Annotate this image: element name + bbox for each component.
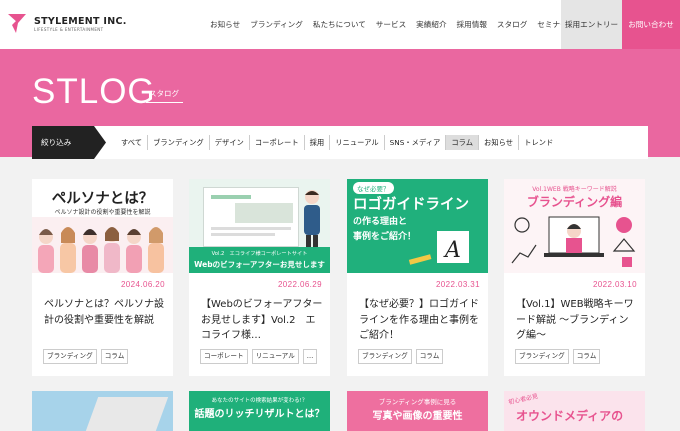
thumbnail-subheading-1: の作る理由と — [353, 217, 408, 227]
thumbnail-subheading: ペルソナ設計の役割や重要性を解説 — [54, 209, 151, 216]
thumbnail-heading: 写真や画像の重要性 — [372, 411, 463, 422]
thumbnail-caption-2: Webのビフォーアフターお見せします — [194, 260, 325, 269]
thumbnail-caption: ブランディング事例に見る — [378, 398, 457, 406]
logo[interactable]: STYLEMENT INC. LIFESTYLE & ENTERTAINMENT — [8, 14, 128, 36]
pencil-icon — [408, 254, 432, 265]
thumbnail-topline: Vol.1WEB 戦略キーワード解説 — [532, 186, 617, 193]
nav-item-about[interactable]: 私たちについて — [313, 19, 366, 30]
logo-subtext: LIFESTYLE & ENTERTAINMENT — [34, 27, 104, 32]
page-subtitle: スタログ — [146, 86, 183, 103]
article-date: 2022.03.10 — [592, 280, 637, 289]
article-thumbnail: なぜ必要？ ロゴガイドライン の作る理由と 事例をご紹介！ A — [347, 179, 488, 273]
tag[interactable]: ブランディング — [358, 349, 412, 364]
thumbnail-heading: 話題のリッチリザルトとは？ — [194, 409, 325, 420]
article-thumbnail: Vol.2 エコライフ様コーポレートサイト Webのビフォーアフターお見せします — [189, 179, 330, 273]
thumbnail-caption-1: Vol.2 エコライフ様コーポレートサイト — [211, 251, 308, 257]
nav-item-service[interactable]: サービス — [376, 19, 406, 30]
article-date: 2022.06.29 — [277, 280, 322, 289]
nav-item-recruit[interactable]: 採用情報 — [457, 19, 487, 30]
filter-corporate[interactable]: コーポレート — [250, 135, 305, 150]
tag[interactable]: ブランディング — [43, 349, 97, 364]
filter-news[interactable]: お知らせ — [479, 135, 520, 150]
tag[interactable]: コーポレート — [200, 349, 248, 364]
global-nav: お知らせ ブランディング 私たちについて サービス 実績紹介 採用情報 スタログ… — [210, 0, 578, 49]
category-filter-bar: 絞り込み すべて ブランディング デザイン コーポレート 採用 リニューアル S… — [32, 126, 648, 159]
article-date: 2022.03.31 — [435, 280, 480, 289]
article-title[interactable]: ペルソナとは？ペルソナ設計の役割や重要性を解説 — [44, 297, 166, 328]
nav-item-branding[interactable]: ブランディング — [250, 19, 303, 30]
logo-text: STYLEMENT INC. — [34, 16, 127, 27]
filter-label: 絞り込み — [32, 126, 106, 159]
article-card-partial[interactable]: 初心者必見 オウンドメディアの — [504, 391, 645, 431]
logo-mark-icon — [8, 14, 26, 33]
article-title[interactable]: 【Webのビフォーアフターお見せします】Vol.2 エコライフ様… — [201, 297, 323, 344]
strategy-illustration — [511, 216, 636, 267]
tag[interactable]: コラム — [572, 349, 601, 364]
filter-branding[interactable]: ブランディング — [148, 135, 210, 150]
nav-item-news[interactable]: お知らせ — [210, 19, 240, 30]
filter-items: すべて ブランディング デザイン コーポレート 採用 リニューアル SNS・メデ… — [116, 126, 558, 159]
presenter-illustration — [304, 190, 320, 249]
thumbnail-caption: あなたのサイトの検索結果が変わる!？ — [211, 398, 308, 404]
filter-design[interactable]: デザイン — [210, 135, 250, 150]
filter-renewal[interactable]: リニューアル — [330, 135, 385, 150]
page-title: STLOG — [32, 72, 156, 111]
article-card-partial[interactable] — [32, 391, 173, 431]
article-card[interactable]: ペルソナとは？ ペルソナ設計の役割や重要性を解説 2024.06.20 ペルソナ… — [32, 179, 173, 376]
filter-trend[interactable]: トレンド — [519, 135, 558, 150]
article-thumbnail: ペルソナとは？ ペルソナ設計の役割や重要性を解説 — [32, 179, 173, 273]
recruit-entry-button[interactable]: 採用エントリー — [561, 0, 622, 49]
logo-letter-illustration: A — [437, 231, 469, 263]
filter-all[interactable]: すべて — [116, 135, 149, 150]
nav-item-stlog[interactable]: スタログ — [497, 19, 527, 30]
article-card-partial[interactable]: あなたのサイトの検索結果が変わる!？ 話題のリッチリザルトとは？ — [189, 391, 330, 431]
people-illustration — [38, 227, 164, 273]
tag-list: ブランディング コラム — [43, 349, 132, 364]
tag-list: ブランディング コラム — [515, 349, 604, 364]
article-card-partial[interactable]: ブランディング事例に見る 写真や画像の重要性 — [347, 391, 488, 431]
thumbnail-badge: 初心者必見 — [507, 392, 539, 407]
tag[interactable]: ブランディング — [515, 349, 569, 364]
article-date: 2024.06.20 — [120, 280, 165, 289]
filter-sns-media[interactable]: SNS・メディア — [385, 135, 447, 150]
thumbnail-heading: ブランディング編 — [526, 195, 623, 209]
nav-item-works[interactable]: 実績紹介 — [416, 19, 446, 30]
thumbnail-heading: ペルソナとは？ — [51, 191, 154, 207]
article-title[interactable]: 【なぜ必要？】ロゴガイドラインを作る理由と事例をご紹介！ — [359, 297, 481, 344]
filter-recruit[interactable]: 採用 — [305, 135, 331, 150]
article-card[interactable]: なぜ必要？ ロゴガイドライン の作る理由と 事例をご紹介！ A 2022.03.… — [347, 179, 488, 376]
tag-list: コーポレート リニューアル … — [200, 349, 321, 364]
thumbnail-heading: オウンドメディアの — [516, 409, 624, 423]
tag-more[interactable]: … — [302, 349, 318, 364]
article-card[interactable]: Vol.2 エコライフ様コーポレートサイト Webのビフォーアフターお見せします… — [189, 179, 330, 376]
article-title[interactable]: 【Vol.1】WEB戦略キーワード解説 〜ブランディング編〜 — [516, 297, 638, 344]
thumbnail-heading: ロゴガイドライン — [353, 197, 469, 213]
tag[interactable]: コラム — [415, 349, 444, 364]
tag[interactable]: コラム — [100, 349, 129, 364]
article-thumbnail: Vol.1WEB 戦略キーワード解説 ブランディング編 — [504, 179, 645, 273]
svg-text:A: A — [443, 238, 461, 263]
thumbnail-subheading-2: 事例をご紹介！ — [353, 232, 417, 242]
site-header: STYLEMENT INC. LIFESTYLE & ENTERTAINMENT… — [0, 0, 680, 49]
tag-list: ブランディング コラム — [358, 349, 447, 364]
article-card[interactable]: Vol.1WEB 戦略キーワード解説 ブランディング編 2022.03.10 【… — [504, 179, 645, 376]
contact-button[interactable]: お問い合わせ — [622, 0, 680, 49]
filter-column[interactable]: コラム — [446, 135, 480, 150]
tag[interactable]: リニューアル — [251, 349, 299, 364]
